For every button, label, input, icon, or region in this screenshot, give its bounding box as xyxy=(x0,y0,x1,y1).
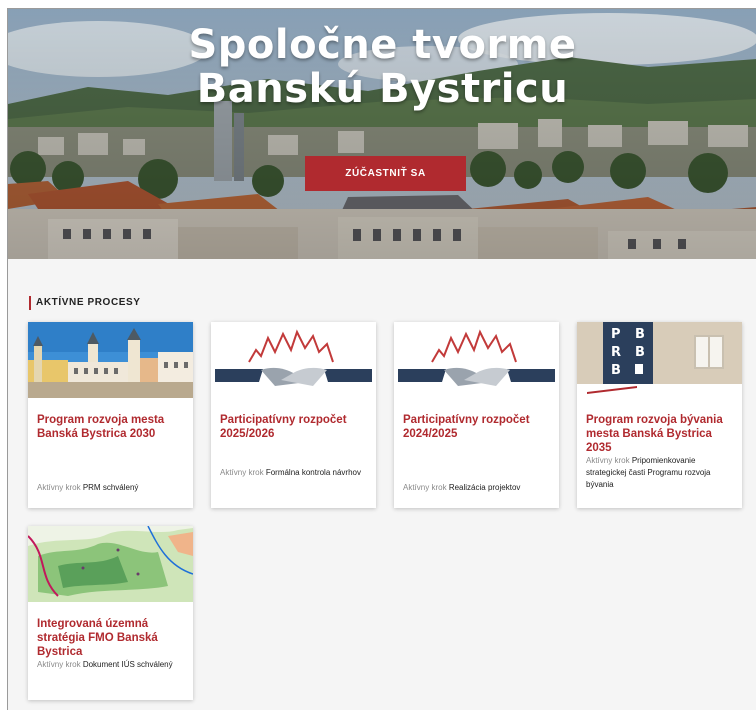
process-card-participatory-budget-2025-2026[interactable]: Participatívny rozpočet 2025/2026 Aktívn… xyxy=(211,322,376,508)
active-step-value: Dokument IÚS schválený xyxy=(82,660,173,669)
card-active-step: Aktívny krok Formálna kontrola návrhov xyxy=(220,467,372,479)
card-title: Integrovaná územná stratégia FMO Banská … xyxy=(37,618,158,658)
active-step-label: Aktívny krok xyxy=(403,483,447,492)
section-heading-active-processes: AKTÍVNE PROCESY xyxy=(29,296,141,310)
active-step-value: Formálna kontrola návrhov xyxy=(265,468,361,477)
process-card-city-development-2030[interactable]: Program rozvoja mesta Banská Bystrica 20… xyxy=(28,322,193,508)
process-card-integrated-territorial-strategy[interactable]: Integrovaná územná stratégia FMO Banská … xyxy=(28,526,193,700)
handshake-skyline-logo xyxy=(211,322,376,398)
card-active-step: Aktívny krok Pripomienkovanie strategick… xyxy=(586,455,738,491)
active-step-value: Realizácia projektov xyxy=(448,483,521,492)
pbb-logo-letter: B xyxy=(611,363,621,378)
pbb-building-photo: P B R B B xyxy=(577,322,742,398)
hero-title: Spoločne tvorme Banskú Bystricu xyxy=(8,23,756,111)
pbb-logo-letter: B xyxy=(635,327,645,342)
hero-title-line-2: Banskú Bystricu xyxy=(196,66,569,112)
participate-button[interactable]: ZÚČASTNIŤ SA xyxy=(305,156,466,191)
hero-banner: Spoločne tvorme Banskú Bystricu ZÚČASTNI… xyxy=(8,9,756,259)
active-step-label: Aktívny krok xyxy=(220,468,264,477)
handshake-skyline-logo xyxy=(394,322,559,398)
card-active-step: Aktívny krok Realizácia projektov xyxy=(403,482,555,494)
pbb-logo-letter: R xyxy=(611,345,621,360)
card-title: Participatívny rozpočet 2024/2025 xyxy=(403,414,530,440)
hero-title-line-1: Spoločne tvorme xyxy=(188,22,577,68)
card-title: Participatívny rozpočet 2025/2026 xyxy=(220,414,347,440)
process-card-housing-development-2035[interactable]: P B R B B Program rozvoja bývania mesta … xyxy=(577,322,742,508)
pbb-logo-letter: B xyxy=(635,345,645,360)
active-step-value: PRM schválený xyxy=(82,483,139,492)
card-title: Program rozvoja bývania mesta Banská Bys… xyxy=(586,414,723,454)
browser-viewport: Spoločne tvorme Banskú Bystricu ZÚČASTNI… xyxy=(7,8,756,710)
active-step-label: Aktívny krok xyxy=(586,456,630,465)
active-step-label: Aktívny krok xyxy=(37,483,81,492)
city-square-photo xyxy=(28,322,193,398)
card-active-step: Aktívny krok PRM schválený xyxy=(37,482,189,494)
pbb-logo-letter: P xyxy=(611,327,621,342)
card-active-step: Aktívny krok Dokument IÚS schválený xyxy=(37,659,189,671)
active-step-label: Aktívny krok xyxy=(37,660,81,669)
region-map-thumbnail xyxy=(28,526,193,602)
card-title: Program rozvoja mesta Banská Bystrica 20… xyxy=(37,414,165,440)
process-card-participatory-budget-2024-2025[interactable]: Participatívny rozpočet 2024/2025 Aktívn… xyxy=(394,322,559,508)
